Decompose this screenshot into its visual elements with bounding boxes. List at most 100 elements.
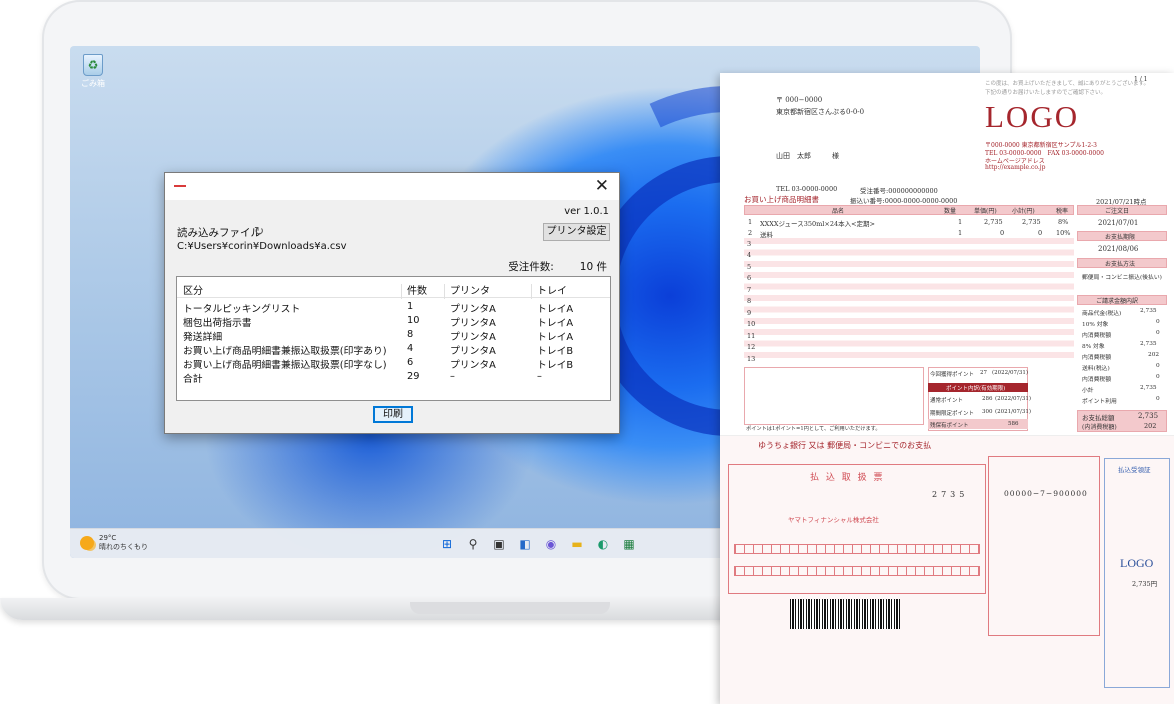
col-name: 品名 <box>832 208 845 215</box>
breakdown-label: 送料(税込) <box>1082 366 1110 372</box>
app-window: ✕ ver 1.0.1 読み込みファイル ↻ C:¥Users¥corin¥Do… <box>164 172 620 434</box>
breakdown-value: 202 <box>1148 352 1160 358</box>
file-label: 読み込みファイル <box>177 227 261 239</box>
weather-icon <box>80 536 94 550</box>
item-no: 2 <box>748 229 753 237</box>
cell-printer: プリンタA <box>450 318 496 329</box>
method-label: お支払方法 <box>1105 261 1136 268</box>
slip-digit-row <box>734 544 980 554</box>
cell-tray: – <box>537 371 542 382</box>
total-amount: 2,735 <box>1138 412 1159 420</box>
breakdown-label: 内消費税額 <box>1082 333 1111 339</box>
company-logo: LOGO <box>985 99 1080 134</box>
row-number: 13 <box>747 355 756 363</box>
slip-title: 払 込 取 扱 票 <box>810 473 885 483</box>
table-row[interactable]: 発送詳細 8 プリンタA トレイA <box>177 329 610 343</box>
limited-points-label: 期間限定ポイント <box>930 411 975 417</box>
order-date: 2021/07/01 <box>1098 219 1139 227</box>
column-divider <box>531 284 532 299</box>
payment-method: 郵便局・コンビニ振込(後払い) <box>1082 275 1162 281</box>
print-job-table[interactable]: 区分 件数 プリンタ トレイ トータルピッキングリスト 1 プリンタA トレイA… <box>176 276 611 401</box>
store-icon[interactable]: ▦ <box>620 535 638 553</box>
edge-browser-icon[interactable]: ◐ <box>594 535 612 553</box>
item-subtotal: 2,735 <box>1022 218 1041 226</box>
windows-start-icon[interactable]: ⊞ <box>438 535 456 553</box>
laptop-notch <box>410 602 610 614</box>
table-row[interactable]: 梱包出荷指示書 10 プリンタA トレイA <box>177 315 610 329</box>
due-date: 2021/08/06 <box>1098 245 1139 253</box>
cell-tray: トレイA <box>537 332 574 343</box>
points-note: ポイントは1ポイント=1円として、ご利用いただけます。 <box>746 426 881 432</box>
breakdown-label: 商品代金(税込) <box>1082 311 1122 317</box>
refresh-icon[interactable]: ↻ <box>254 224 264 238</box>
printer-settings-button[interactable]: プリンタ設定 <box>543 223 610 241</box>
item-price: 2,735 <box>984 218 1003 226</box>
recycle-bin[interactable]: ♻ ごみ箱 <box>80 54 106 94</box>
weather-widget[interactable]: 29°C 晴れのちくもり <box>80 534 148 552</box>
balance-label: 残保有ポイント <box>930 423 969 429</box>
customer-tel: TEL 03-0000-0000 <box>776 185 838 193</box>
slip-amount: 2735 <box>932 490 969 499</box>
cell-category: 発送詳細 <box>183 332 223 343</box>
slip-digit-row <box>734 566 980 576</box>
customer-address: 東京都新宿区さんぷる0-0-0 <box>776 108 865 116</box>
cell-tray: トレイB <box>537 346 574 357</box>
breakdown-value: 0 <box>1156 363 1160 369</box>
total-label: お支払総額 <box>1082 414 1115 422</box>
payment-slip: ゆうちょ銀行 又は 郵便局・コンビニでのお支払 払 込 取 扱 票 ヤマトフィナ… <box>720 435 1174 704</box>
chat-icon[interactable]: ◉ <box>542 535 560 553</box>
cell-count: 1 <box>407 301 414 312</box>
table-row[interactable]: お買い上げ商品明細書兼振込取扱票(印字なし) 6 プリンタA トレイB <box>177 357 610 371</box>
table-row[interactable]: トータルピッキングリスト 1 プリンタA トレイA <box>177 301 610 315</box>
task-view-icon[interactable]: ▣ <box>490 535 508 553</box>
weather-desc: 晴れのちくもり <box>99 543 148 551</box>
print-button[interactable]: 印刷 <box>373 406 413 423</box>
breakdown-value: 2,735 <box>1140 308 1157 314</box>
row-number: 12 <box>747 343 756 351</box>
table-row-total[interactable]: 合計 29 – – <box>177 371 610 385</box>
invoice-document: 1 / 1 この度は、お買上げいただきまして、誠にありがとうございます。 下記の… <box>720 73 1174 704</box>
row-number: 3 <box>747 240 752 248</box>
breakdown-value: 0 <box>1156 319 1160 325</box>
breakdown-label: 内消費税額 <box>1082 355 1111 361</box>
row-number: 7 <box>747 286 752 294</box>
tax-total: 202 <box>1144 422 1157 430</box>
version-label: ver 1.0.1 <box>564 206 609 217</box>
invoice-title: お買い上げ商品明細書 <box>744 195 819 204</box>
col-price: 単価(円) <box>974 208 997 215</box>
cell-printer: プリンタA <box>450 332 496 343</box>
col-tax: 税率 <box>1056 208 1069 215</box>
item-qty: 1 <box>958 218 963 226</box>
file-explorer-icon[interactable]: ▬ <box>568 535 586 553</box>
cell-category: トータルピッキングリスト <box>183 304 301 315</box>
cell-count: 6 <box>407 357 414 368</box>
slip-amount-yen: 2,735円 <box>1132 580 1158 588</box>
item-subtotal: 0 <box>1038 229 1043 237</box>
cell-category: 梱包出荷指示書 <box>183 318 252 329</box>
cell-count: 4 <box>407 343 414 354</box>
order-count-unit: 件 <box>596 261 608 273</box>
cell-count: 8 <box>407 329 414 340</box>
search-icon[interactable]: ⚲ <box>464 535 482 553</box>
cell-count: 29 <box>407 371 420 382</box>
points-earned-label: 今回獲得ポイント <box>930 372 975 378</box>
limited-points: 300 <box>982 409 993 415</box>
points-earned-date: (2022/07/31) <box>992 370 1028 376</box>
header-count: 件数 <box>407 286 427 297</box>
breakdown-value: 0 <box>1156 396 1160 402</box>
order-date-label: ご注文日 <box>1105 208 1130 215</box>
col-subtotal: 小計(円) <box>1012 208 1035 215</box>
payment-number: 振込い番号:0000-0000-0000-0000 <box>850 197 958 205</box>
slip-account: 00000−7−900000 <box>1004 489 1088 498</box>
stage: ♻ ごみ箱 29°C 晴れのちくもり ⊞ ⚲ ▣ ◧ ◉ ▬ ◐ ▦ ✕ ver… <box>0 0 1174 704</box>
empty-rows <box>744 238 1074 363</box>
barcode <box>790 599 900 629</box>
table-row[interactable]: お買い上げ商品明細書兼振込取扱票(印字あり) 4 プリンタA トレイB <box>177 343 610 357</box>
item-name: XXXXジュース350ml×24本入<定期> <box>760 220 875 228</box>
cell-category: 合計 <box>183 374 203 385</box>
row-number: 8 <box>747 297 752 305</box>
close-icon[interactable]: ✕ <box>595 176 609 196</box>
item-tax: 8% <box>1058 218 1069 226</box>
widgets-icon[interactable]: ◧ <box>516 535 534 553</box>
column-divider <box>444 284 445 299</box>
